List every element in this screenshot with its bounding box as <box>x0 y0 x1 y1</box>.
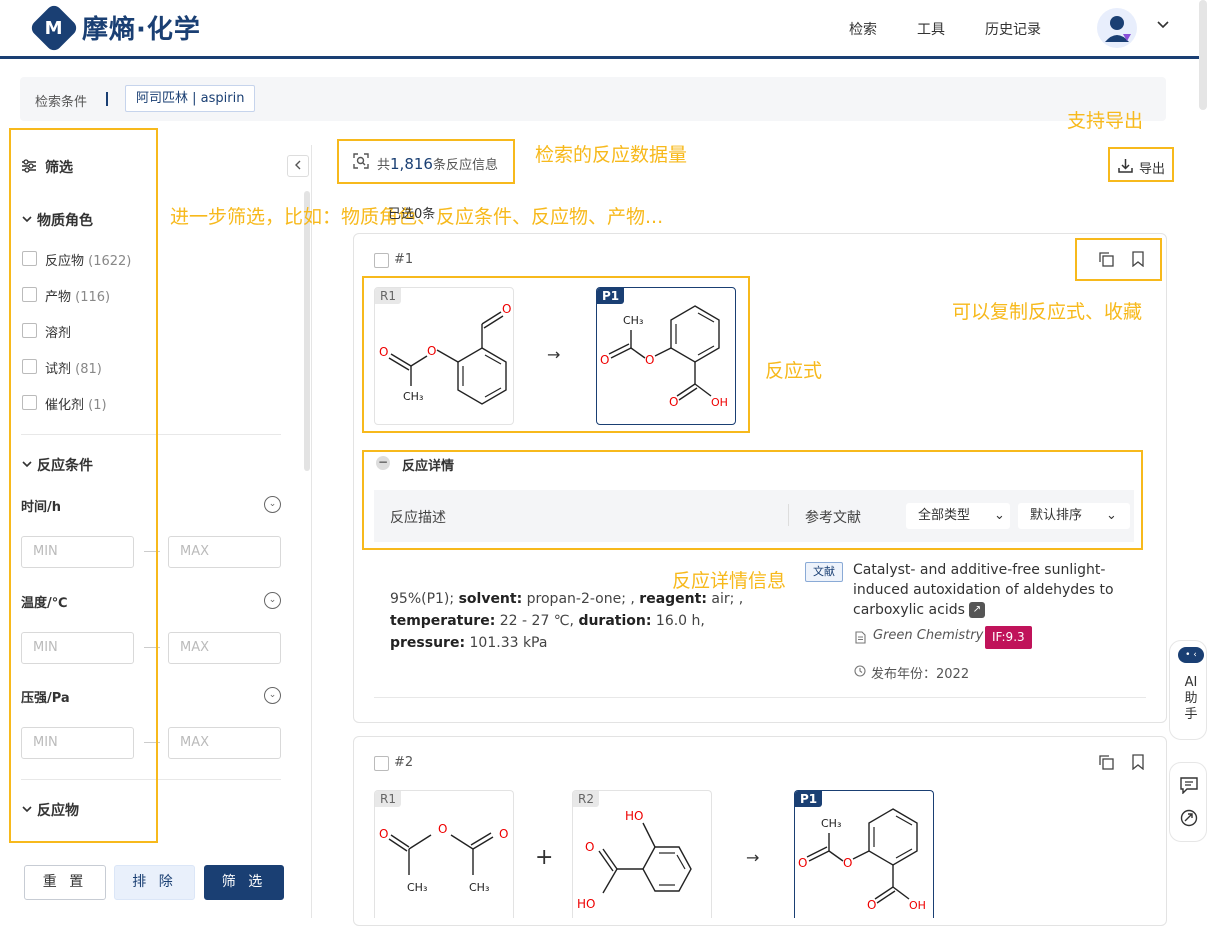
reference-title[interactable]: Catalyst- and additive-free sunlight-ind… <box>853 560 1123 620</box>
publish-year: 发布年份：2022 <box>871 667 970 682</box>
svg-text:O: O <box>379 827 388 841</box>
document-icon <box>855 631 866 648</box>
temperature-max-input[interactable]: MAX <box>168 632 281 664</box>
result-count: 共1,816条反应信息 <box>377 155 498 173</box>
molecule-r1[interactable]: R1 O CH₃ O CH₃ O <box>374 790 514 918</box>
highlight-box-equation <box>362 276 750 433</box>
card-checkbox[interactable] <box>374 253 389 268</box>
clock-icon <box>854 665 866 681</box>
sidebar-scrollbar[interactable] <box>304 191 310 471</box>
logo-mark-icon: M <box>28 2 80 53</box>
impact-factor-badge: IF:9.3 <box>985 626 1032 649</box>
search-condition-tag[interactable]: 阿司匹林 | aspirin <box>125 85 256 112</box>
logo-text: 摩熵·化学 <box>82 15 201 45</box>
help-icon[interactable] <box>1180 809 1198 831</box>
molecule-r2[interactable]: R2 HO O HO <box>572 790 712 918</box>
molecule-tag: R1 <box>375 791 401 807</box>
structure-aspirin: O CH₃ O O OH <box>798 808 926 912</box>
reset-button[interactable]: 重 置 <box>24 865 106 900</box>
pressure-max-input[interactable]: MAX <box>168 727 281 759</box>
chevron-down-icon[interactable]: ⌄ <box>264 592 281 609</box>
search-conditions-label: 检索条件 <box>35 95 88 110</box>
divider <box>374 697 1146 698</box>
copy-icon[interactable] <box>1098 754 1114 774</box>
annotation-copy: 可以复制反应式、收藏 <box>952 301 1143 323</box>
card-number: #1 <box>394 252 414 267</box>
molecule-tag: R2 <box>573 791 599 807</box>
ai-assistant-button[interactable]: • ‹ AI助手 <box>1169 640 1207 740</box>
search-conditions-bar: 检索条件 阿司匹林 | aspirin <box>20 77 1166 121</box>
feedback-icon[interactable] <box>1180 777 1198 798</box>
annotation-total: 检索的反应数据量 <box>535 144 688 166</box>
svg-text:HO: HO <box>577 897 595 911</box>
user-avatar-icon[interactable] <box>1097 8 1137 48</box>
chevron-down-icon[interactable]: ⌄ <box>264 687 281 704</box>
journal-name: Green Chemistry <box>873 628 984 643</box>
external-link-icon[interactable]: ↗ <box>968 602 985 618</box>
export-button[interactable]: 导出 <box>1108 147 1174 182</box>
svg-text:O: O <box>499 827 508 841</box>
plus-icon: + <box>535 845 554 870</box>
svg-text:O: O <box>585 840 594 854</box>
filter-button[interactable]: 筛 选 <box>204 865 284 900</box>
reaction-arrow-icon: → <box>746 848 760 867</box>
selected-count: 已选0条 <box>388 207 436 222</box>
result-count-box: 共1,816条反应信息 <box>337 139 515 184</box>
download-icon <box>1118 158 1133 177</box>
highlight-box-actions <box>1075 238 1162 281</box>
card-number: #2 <box>394 755 414 770</box>
divider <box>106 92 108 106</box>
logo[interactable]: M 摩熵·化学 <box>28 2 201 53</box>
nav-history[interactable]: 历史记录 <box>985 19 1041 39</box>
molecule-p1[interactable]: P1 O CH₃ O O OH <box>794 790 934 918</box>
svg-text:CH₃: CH₃ <box>821 817 841 830</box>
highlight-box-details <box>362 450 1143 550</box>
svg-text:O: O <box>438 822 447 836</box>
bookmark-icon[interactable] <box>1131 754 1145 774</box>
export-label: 导出 <box>1139 162 1166 177</box>
structure-salicylic-acid: HO O HO <box>577 809 692 911</box>
robot-icon: • ‹ <box>1178 647 1204 663</box>
time-max-input[interactable]: MAX <box>168 536 281 568</box>
literature-tag: 文献 <box>805 562 843 582</box>
scan-search-icon <box>353 153 369 169</box>
chevron-down-icon[interactable] <box>1156 18 1170 36</box>
svg-text:O: O <box>843 856 852 870</box>
svg-text:O: O <box>867 898 876 912</box>
svg-text:CH₃: CH₃ <box>469 881 489 894</box>
molecule-tag: P1 <box>795 791 823 807</box>
reaction-description: 95%(P1); solvent: propan-2-one; , reagen… <box>390 591 744 651</box>
svg-text:O: O <box>798 856 807 870</box>
annotation-export: 支持导出 <box>1067 110 1144 132</box>
top-header: M 摩熵·化学 检索 工具 历史记录 <box>0 0 1207 59</box>
chevron-down-icon[interactable]: ⌄ <box>264 496 281 513</box>
side-tools-panel <box>1169 762 1207 842</box>
card-checkbox[interactable] <box>374 756 389 771</box>
svg-text:HO: HO <box>625 809 643 823</box>
svg-text:OH: OH <box>909 899 926 912</box>
nav-tools[interactable]: 工具 <box>917 19 945 39</box>
ai-assistant-label: AI助手 <box>1184 675 1198 722</box>
collapse-sidebar-button[interactable] <box>287 155 309 177</box>
highlight-box-filter <box>9 128 158 843</box>
annotation-equation: 反应式 <box>765 360 823 382</box>
page-scrollbar[interactable] <box>1199 0 1207 110</box>
exclude-button[interactable]: 排 除 <box>114 865 195 900</box>
svg-text:CH₃: CH₃ <box>407 881 427 894</box>
nav-search[interactable]: 检索 <box>849 19 877 39</box>
structure-acetic-anhydride: O CH₃ O CH₃ O <box>379 822 508 894</box>
